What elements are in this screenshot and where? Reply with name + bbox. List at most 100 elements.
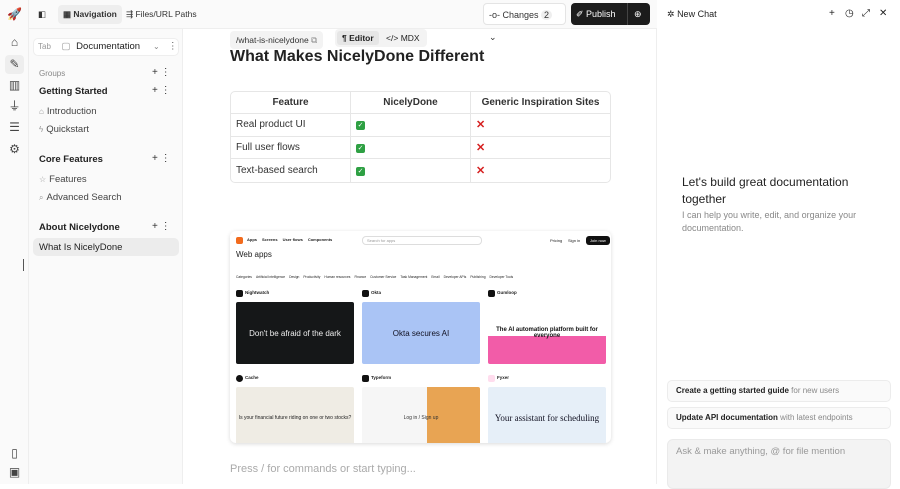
calendar-icon[interactable]: ▣: [7, 465, 22, 480]
app-card: Gumloop The AI automation platform built …: [488, 290, 606, 368]
card-preview: Don't be afraid of the dark: [236, 302, 354, 364]
suggestion-button[interactable]: Create a getting started guide for new u…: [667, 380, 891, 402]
nav-item-label[interactable]: What Is NicelyDone: [39, 242, 122, 253]
path-chip[interactable]: /what-is-nicelydone ⧉: [230, 31, 324, 49]
nav-item[interactable]: ϟ Quickstart: [39, 124, 89, 135]
table-row: Real product UI ✓ ✕: [231, 114, 610, 137]
chat-input[interactable]: Ask & make anything, @ for file mention: [667, 439, 891, 489]
tab-mdx[interactable]: </> MDX: [381, 31, 425, 45]
plug-icon[interactable]: ⏚: [7, 99, 22, 114]
shot-nav-item: Components: [307, 237, 333, 242]
group-actions[interactable]: + ⋮: [152, 153, 171, 164]
tab-editor[interactable]: ¶ Editor: [337, 31, 379, 45]
page-heading: What Makes NicelyDone Different: [230, 49, 485, 65]
chat-subtext: I can help you write, edit, and organize…: [682, 210, 857, 233]
tab-navigation[interactable]: ▦ Navigation: [58, 5, 122, 24]
nav-item[interactable]: ⌂ Introduction: [39, 106, 97, 117]
gear-icon[interactable]: ⚙: [7, 142, 22, 157]
group-title[interactable]: About Nicelydone: [39, 222, 120, 233]
toggle-sidebar-button[interactable]: ◧: [33, 5, 51, 24]
page-icon: ▢: [61, 41, 71, 52]
card-name: Gumloop: [497, 290, 517, 295]
edit-icon[interactable]: ✎: [5, 55, 24, 74]
cross-icon: ✕: [476, 164, 486, 177]
card-preview: Is your financial future riding on one o…: [236, 387, 354, 443]
book-icon[interactable]: ▯: [7, 446, 22, 461]
chat-header: ✲ New Chat: [667, 9, 717, 20]
comparison-table: Feature NicelyDone Generic Inspiration Sit…: [230, 91, 611, 183]
column-header: NicelyDone: [351, 92, 471, 114]
chat-title: New Chat: [677, 9, 717, 19]
shot-category: Developer Tools: [489, 275, 514, 279]
shot-nav: Apps Screens User flows Components: [247, 237, 332, 242]
chat-panel: ✲ New Chat + ◷ ⤢ ✕ Let's build great doc…: [658, 0, 900, 489]
nav-item[interactable]: ⌕ Advanced Search: [39, 192, 121, 203]
shot-category: Email: [431, 275, 440, 279]
group-actions[interactable]: + ⋮: [152, 85, 171, 96]
table-header-row: Feature NicelyDone Generic Inspiration Sit…: [231, 92, 610, 114]
tab-files-url-paths[interactable]: ⇶ Files/URL Paths: [121, 5, 202, 24]
tab-label: MDX: [400, 33, 420, 43]
suggestion-title: Create a getting started guide: [676, 386, 789, 395]
shot-nav-item: Screens: [262, 237, 278, 242]
tab-select-value: Documentation: [76, 41, 141, 52]
tab-select[interactable]: Tab ▢ Documentation ⌄ ⋮: [33, 38, 179, 56]
search-icon: ⌕: [39, 193, 44, 202]
more-icon[interactable]: ⋮: [168, 39, 178, 55]
column-header: Generic Inspiration Sites: [471, 92, 610, 114]
card-name: Okta: [371, 290, 382, 295]
app-card: Fyxer Your assistant for scheduling: [488, 375, 606, 443]
shot-categories: Categories Artificial Intelligence Design P…: [236, 275, 513, 279]
add-group-button[interactable]: + ⋮: [152, 67, 171, 78]
globe-icon[interactable]: ⊕: [634, 3, 642, 25]
database-icon[interactable]: ☰: [7, 120, 22, 135]
shot-category: Artificial Intelligence: [255, 275, 286, 279]
group-title[interactable]: Core Features: [39, 154, 103, 165]
column-header: Feature: [231, 92, 351, 114]
app-logo: [236, 237, 243, 244]
expand-icon[interactable]: ⤢: [862, 8, 870, 19]
check-icon: ✓: [356, 143, 365, 153]
suggestion-button[interactable]: Update API documentation with latest end…: [667, 407, 891, 429]
tab-select-label: Tab: [38, 42, 51, 51]
nav-item-label: Quickstart: [46, 124, 89, 135]
close-icon[interactable]: ✕: [879, 8, 887, 19]
changes-button[interactable]: -o- Changes 2 ⌄: [483, 3, 566, 42]
chart-icon[interactable]: ▥: [7, 78, 22, 93]
home-icon[interactable]: ⌂: [7, 35, 22, 50]
suggestion-detail: for new users: [788, 386, 840, 395]
editor: /what-is-nicelydone ⧉ ¶ Editor </> MDX W…: [183, 29, 657, 484]
publish-button[interactable]: ✐ Publish ⊕: [571, 3, 650, 25]
sidebar: Tab ▢ Documentation ⌄ ⋮ Groups + ⋮ Getti…: [29, 29, 183, 484]
changes-label: Changes: [502, 10, 539, 20]
path-text: /what-is-nicelydone: [236, 35, 309, 45]
table-cell: Full user flows: [231, 136, 351, 159]
group-title[interactable]: Getting Started: [39, 86, 108, 97]
copy-icon[interactable]: ⧉: [311, 35, 317, 45]
app-card: Cache Is your financial future riding on …: [236, 375, 354, 443]
check-icon: ✓: [356, 121, 365, 131]
shot-nav-item: User flows: [282, 237, 303, 242]
new-chat-icon[interactable]: +: [829, 8, 835, 19]
shot-category: Design: [289, 275, 300, 279]
resize-handle[interactable]: [23, 259, 24, 271]
icon-rail: 🚀 ⌂ ✎ ▥ ⏚ ☰ ⚙ ▯ ▣: [0, 0, 29, 484]
home-icon: ⌂: [39, 107, 44, 116]
suggestion-title: Update API documentation: [676, 413, 778, 422]
card-preview: Your assistant for scheduling: [488, 387, 606, 443]
table-row: Text-based search ✓ ✕: [231, 159, 610, 182]
changes-count-badge: 2: [541, 10, 553, 20]
table-cell: Text-based search: [231, 159, 351, 182]
group-actions[interactable]: + ⋮: [152, 221, 171, 232]
nav-item[interactable]: ☆ Features: [39, 174, 87, 185]
shot-search: Search for apps: [362, 236, 482, 245]
chat-heading: Let's build great documentation together: [682, 175, 849, 206]
embedded-screenshot: Apps Screens User flows Components Search f…: [230, 231, 611, 443]
history-icon[interactable]: ◷: [845, 8, 854, 19]
editor-placeholder[interactable]: Press / for commands or start typing...: [230, 463, 416, 475]
card-preview: Log in / Sign up: [362, 387, 480, 443]
app-card: Okta Okta secures AI: [362, 290, 480, 368]
app-card: Typeform Log in / Sign up: [362, 375, 480, 443]
rocket-icon[interactable]: 🚀: [7, 7, 22, 22]
tab-label: Files/URL Paths: [135, 9, 197, 19]
